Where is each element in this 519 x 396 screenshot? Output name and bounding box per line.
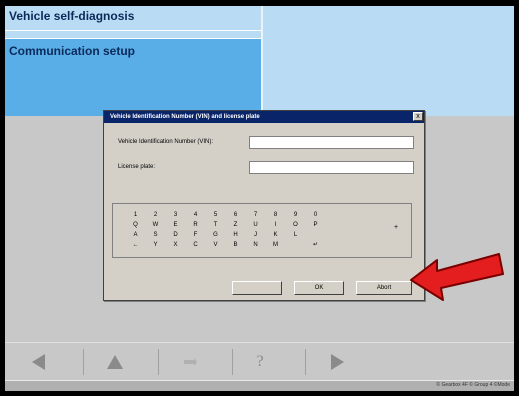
keyboard-key[interactable]: 9 bbox=[286, 210, 305, 219]
keyboard-row: ASDFGHJKL bbox=[125, 230, 395, 240]
keyboard-key[interactable]: 3 bbox=[166, 210, 185, 219]
back-arrow-icon bbox=[32, 354, 45, 370]
dialog-titlebar: Vehicle Identification Number (VIN) and … bbox=[104, 111, 424, 123]
dialog-title: Vehicle Identification Number (VIN) and … bbox=[110, 114, 260, 120]
vin-dialog: Vehicle Identification Number (VIN) and … bbox=[103, 110, 425, 301]
keyboard-key[interactable]: S bbox=[146, 230, 165, 239]
forward-button[interactable] bbox=[317, 347, 357, 377]
disabled-button bbox=[232, 281, 282, 295]
bottom-toolbar: ? bbox=[5, 342, 514, 381]
keyboard-key[interactable]: T bbox=[206, 220, 225, 229]
keyboard-key[interactable]: ↵ bbox=[306, 240, 325, 249]
keyboard-row: ← Y X C V B N M ↵ bbox=[125, 240, 395, 250]
keyboard-key[interactable]: 6 bbox=[226, 210, 245, 219]
toolbar-divider bbox=[158, 349, 159, 375]
keyboard-key[interactable]: Z bbox=[226, 220, 245, 229]
keyboard-key[interactable]: C bbox=[186, 240, 205, 249]
header-divider bbox=[261, 6, 263, 116]
keyboard-key[interactable]: Q bbox=[126, 220, 145, 229]
keyboard-key[interactable]: F bbox=[186, 230, 205, 239]
header-line bbox=[5, 30, 261, 31]
keyboard-key[interactable]: A bbox=[126, 230, 145, 239]
home-button[interactable] bbox=[95, 347, 135, 377]
keyboard-key[interactable]: 7 bbox=[246, 210, 265, 219]
keyboard-key[interactable]: 4 bbox=[186, 210, 205, 219]
keyboard-key[interactable]: V bbox=[206, 240, 225, 249]
keyboard-key[interactable]: 2 bbox=[146, 210, 165, 219]
page-title: Vehicle self-diagnosis bbox=[9, 9, 135, 23]
tools-button[interactable] bbox=[170, 347, 210, 377]
keyboard-key[interactable]: W bbox=[146, 220, 165, 229]
header-panel-right bbox=[263, 6, 514, 116]
keyboard-key[interactable]: I bbox=[266, 220, 285, 229]
vin-field[interactable] bbox=[249, 136, 414, 149]
onscreen-keyboard: 1 2 3 4 5 6 7 8 9 0 Q W E R T Z U I O P A S D F G H J K L ← Y X C V B N M ↵ + bbox=[112, 203, 412, 258]
keyboard-key[interactable]: J bbox=[246, 230, 265, 239]
keyboard-key[interactable]: O bbox=[286, 220, 305, 229]
keyboard-key[interactable]: N bbox=[246, 240, 265, 249]
app-screen: Vehicle self-diagnosis Communication set… bbox=[5, 6, 514, 391]
toolbar-divider bbox=[83, 349, 84, 375]
keyboard-key[interactable]: R bbox=[186, 220, 205, 229]
plate-field[interactable] bbox=[249, 161, 414, 174]
status-text: © Gearbox 4F © Group 4 ©Mode bbox=[436, 382, 510, 388]
keyboard-key[interactable]: + bbox=[389, 222, 403, 234]
forward-arrow-icon bbox=[331, 354, 344, 370]
keyboard-key[interactable]: K bbox=[266, 230, 285, 239]
tools-icon bbox=[184, 358, 197, 366]
screen-frame: Vehicle self-diagnosis Communication set… bbox=[0, 0, 519, 396]
section-title: Communication setup bbox=[9, 44, 136, 58]
plate-label: License plate: bbox=[118, 164, 156, 170]
keyboard-key[interactable]: M bbox=[266, 240, 285, 249]
keyboard-key[interactable]: 0 bbox=[306, 210, 325, 219]
keyboard-key[interactable]: 5 bbox=[206, 210, 225, 219]
help-button[interactable]: ? bbox=[240, 347, 280, 377]
keyboard-row: QWERTZUIOP bbox=[125, 220, 395, 230]
red-arrow-icon bbox=[410, 253, 504, 301]
home-triangle-icon bbox=[107, 355, 123, 369]
status-bar: © Gearbox 4F © Group 4 ©Mode bbox=[5, 380, 514, 391]
keyboard-row: 1234567890 bbox=[125, 210, 395, 220]
keyboard-key[interactable]: U bbox=[246, 220, 265, 229]
keyboard-key[interactable]: ← bbox=[126, 240, 145, 249]
keyboard-key[interactable]: H bbox=[226, 230, 245, 239]
vin-label: Vehicle Identification Number (VIN): bbox=[118, 139, 214, 145]
toolbar-divider bbox=[232, 349, 233, 375]
close-button[interactable]: x bbox=[413, 112, 423, 121]
keyboard-keys: 1 2 3 4 5 6 7 8 9 0 Q W E R T Z U I O P A S D F G H J K L ← Y X C V B N M ↵ bbox=[125, 210, 395, 250]
keyboard-key[interactable]: G bbox=[206, 230, 225, 239]
keyboard-key[interactable]: Y bbox=[146, 240, 165, 249]
keyboard-key[interactable]: L bbox=[286, 230, 305, 239]
ok-button[interactable]: OK bbox=[294, 281, 344, 295]
keyboard-key[interactable]: E bbox=[166, 220, 185, 229]
keyboard-key[interactable]: B bbox=[226, 240, 245, 249]
keyboard-key[interactable]: X bbox=[166, 240, 185, 249]
keyboard-key[interactable]: 1 bbox=[126, 210, 145, 219]
keyboard-key[interactable]: P bbox=[306, 220, 325, 229]
keyboard-key[interactable]: D bbox=[166, 230, 185, 239]
back-button[interactable] bbox=[19, 347, 59, 377]
toolbar-divider bbox=[305, 349, 306, 375]
keyboard-key[interactable]: 8 bbox=[266, 210, 285, 219]
